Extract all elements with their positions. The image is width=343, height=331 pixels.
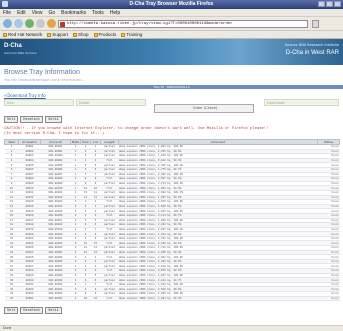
page-content: D-Cha Genome DNA Archive Kazusa DNA Rese… (0, 39, 343, 325)
caution-line: (In most version D-Cha, I hope to fix it… (4, 132, 105, 136)
home-icon[interactable] (47, 19, 56, 28)
table-cell: 10 (90, 296, 101, 302)
table-row[interactable]: 34 00034 000-00034 3 10 10 full Homo.sapiens cD… (4, 296, 340, 302)
site-logo-subtitle: Genome DNA Archive (4, 51, 37, 55)
folder-icon (47, 32, 52, 37)
bookmark-label: Shop (78, 32, 89, 37)
menu-tools[interactable]: Tools (92, 10, 104, 16)
caution-message: CAUTION!! - If you browse with Internet … (4, 127, 268, 137)
bookmark-label: Training (126, 32, 143, 37)
select-11-button[interactable]: Sel11 (45, 307, 62, 314)
close-icon[interactable] (334, 1, 341, 7)
table-cell: 00034 (18, 296, 41, 302)
bookmark-training[interactable]: Training (121, 32, 142, 37)
bookmark-label: Red Hat Network (8, 32, 43, 37)
bookmark-red-hat-network[interactable]: Red Hat Network (3, 32, 42, 37)
bookmark-icon (3, 32, 7, 37)
minimize-icon[interactable] (318, 1, 325, 7)
menu-file[interactable]: File (3, 10, 11, 16)
menu-bookmarks[interactable]: Bookmarks (61, 10, 86, 16)
site-favicon-icon (60, 22, 65, 27)
site-logo[interactable]: D-Cha (4, 43, 22, 49)
stop-icon[interactable] (36, 19, 45, 28)
bookmark-label: Support (52, 32, 69, 37)
column-header[interactable]: Plate (70, 139, 81, 145)
browser-window: D-Cha Tray Browser Mozilla Firefox File … (0, 0, 343, 331)
bookmark-shop[interactable]: Shop (73, 32, 89, 37)
clone-table: Well Accession Clone ID Plate Row Col Le… (4, 139, 340, 302)
menu-view[interactable]: View (32, 10, 43, 16)
title-bar: D-Cha Tray Browser Mozilla Firefox (0, 0, 343, 9)
institute-name: Kazusa DNA Research Institute (284, 43, 339, 47)
table-cell: 10 (80, 296, 91, 302)
folder-icon (73, 32, 78, 37)
url-bar[interactable]: http://cometa.kazusa.riken.jp/tray/view.… (58, 20, 308, 28)
select-all-button[interactable]: Sel1 (4, 116, 19, 123)
banner-tagline: D-Cha in West RAR (285, 50, 339, 56)
forward-icon[interactable] (14, 19, 23, 28)
tab-strip: Info Detail Order (Check) Download (4, 99, 339, 113)
go-button[interactable] (312, 20, 319, 28)
deselect-button[interactable]: Deselect (20, 116, 44, 123)
tab-order-check[interactable]: Order (Check) (154, 104, 254, 113)
table-cell: 000-00034 (40, 296, 71, 302)
table-cell: Ready (317, 296, 340, 302)
menu-bar: File Edit View Go Bookmarks Tools Help (0, 9, 343, 17)
status-bar: Done (0, 325, 343, 331)
bottom-button-row: Sel1 Deselect Sel11 (4, 307, 62, 314)
bookmark-products[interactable]: Products (93, 32, 117, 37)
tab-info[interactable]: Info (4, 99, 74, 106)
folder-icon (93, 32, 98, 37)
bookmark-label: Products (98, 32, 117, 37)
tab-download[interactable]: Download (264, 99, 339, 106)
table-cell: 34 (4, 296, 19, 302)
tray-id-bar: Tray ID : 000010000110 (0, 85, 343, 89)
menu-go[interactable]: Go (48, 10, 55, 16)
table-cell: 3 (70, 296, 81, 302)
window-controls (318, 1, 341, 7)
page-subtitle: You can browse/download clone informatio… (4, 78, 85, 82)
url-text: http://cometa.kazusa.riken.jp/tray/view.… (67, 22, 233, 26)
bookmarks-toolbar: Red Hat Network Support Shop Products Tr… (0, 31, 343, 39)
table-cell: Homo.sapiens cDNA clone, 2,884 bp, 99.8% (118, 296, 318, 302)
window-title: D-Cha Tray Browser Mozilla Firefox (129, 1, 214, 7)
menu-help[interactable]: Help (110, 10, 120, 16)
menu-edit[interactable]: Edit (17, 10, 26, 16)
site-banner: D-Cha Genome DNA Archive Kazusa DNA Rese… (0, 39, 343, 65)
navigation-toolbar: http://cometa.kazusa.riken.jp/tray/view.… (0, 17, 343, 31)
top-button-row: Sel1 Deselect Sel11 (4, 116, 62, 123)
table-cell: full (100, 296, 119, 302)
tab-detail[interactable]: Detail (76, 99, 146, 106)
select-11-button[interactable]: Sel11 (45, 116, 62, 123)
back-icon[interactable] (3, 19, 12, 28)
page-title: Browse Tray Information (4, 69, 80, 76)
select-all-button[interactable]: Sel1 (4, 307, 19, 314)
maximize-icon[interactable] (326, 1, 333, 7)
download-tray-info-link[interactable]: <Download Tray Info (4, 93, 46, 98)
deselect-button[interactable]: Deselect (20, 307, 44, 314)
folder-icon (121, 32, 126, 37)
bookmark-support[interactable]: Support (47, 32, 68, 37)
table-body: 1 00001 000-00001 1 1 1 partial Homo.sapiens cD… (4, 144, 340, 302)
reload-icon[interactable] (25, 19, 34, 28)
